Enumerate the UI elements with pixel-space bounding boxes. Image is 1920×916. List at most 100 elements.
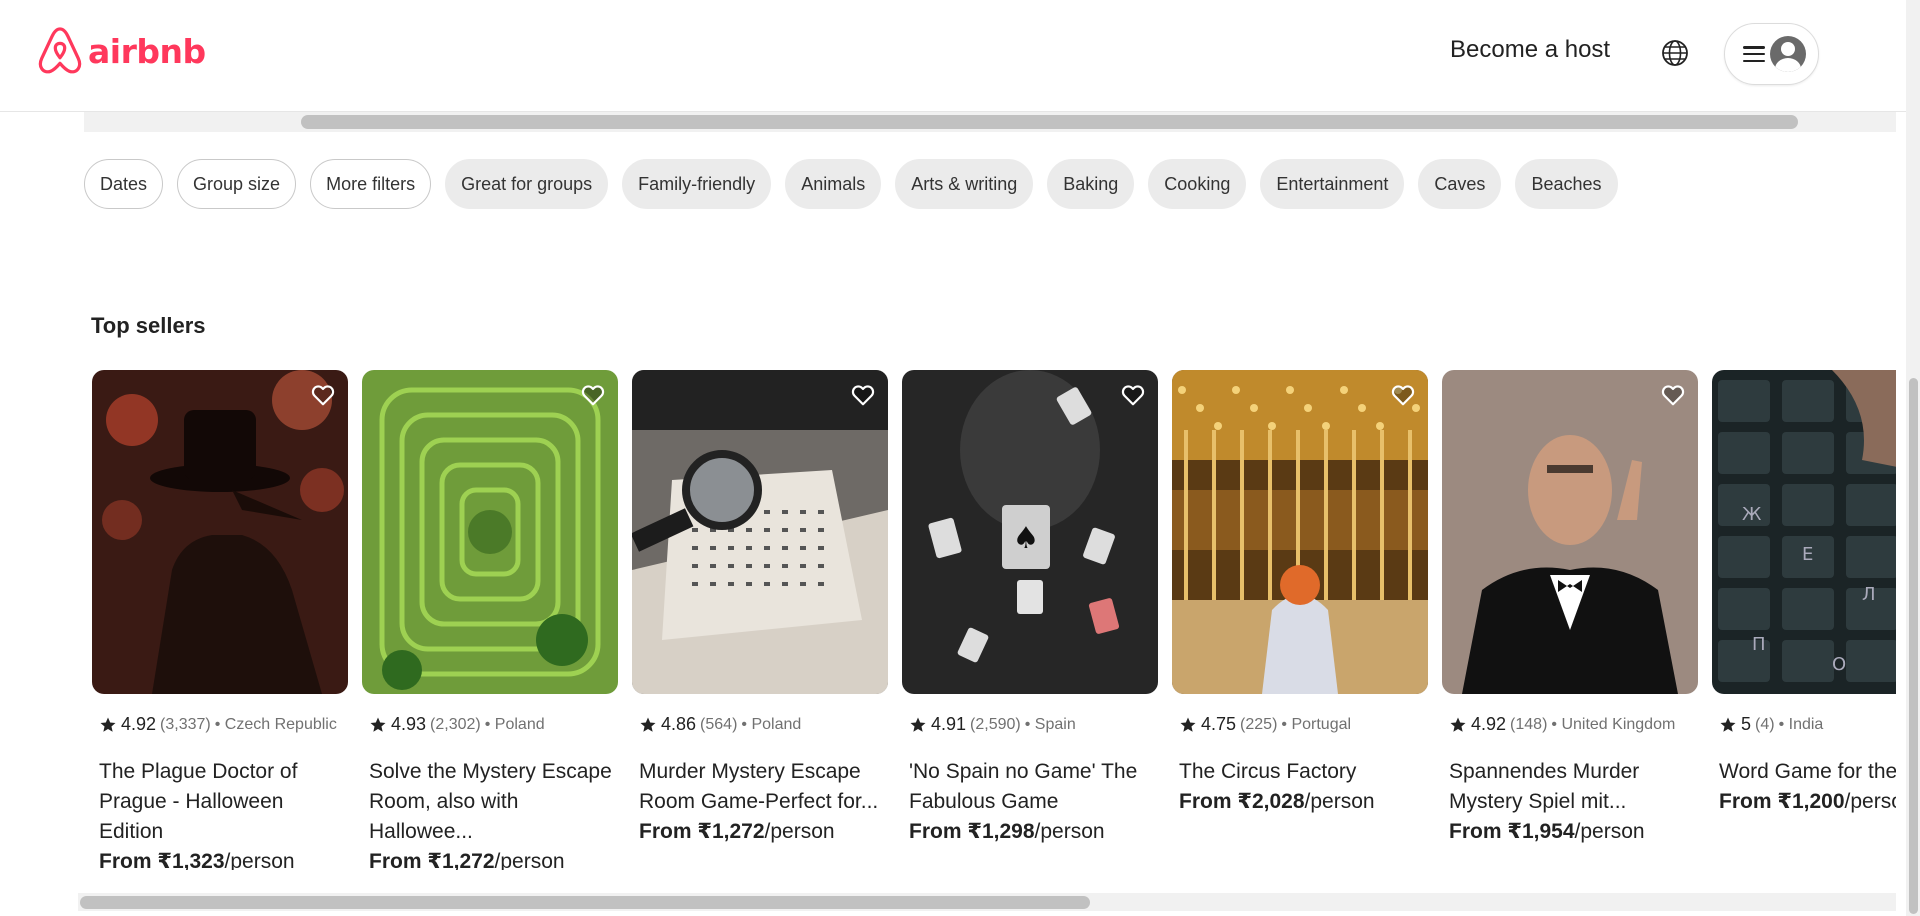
listing-card[interactable]: Ж Е Л П О 5 (4) • India Word Game for the ne… — [1712, 370, 1896, 817]
airbnb-logo-icon — [38, 27, 82, 74]
listing-price-amount: ₹1,200 — [1777, 790, 1845, 813]
listing-card[interactable]: 4.86 (564) • Poland Murder Mystery Escap… — [632, 370, 888, 847]
filter-chip-group-size[interactable]: Group size — [177, 159, 297, 209]
listing-card[interactable]: 4.92 (148) • United Kingdom Spannendes M… — [1442, 370, 1698, 847]
profile-menu-button[interactable] — [1724, 23, 1819, 85]
listing-price-prefix: From — [1179, 790, 1232, 813]
listing-price-suffix: /person — [1304, 790, 1375, 813]
filter-chip-dates[interactable]: Dates — [84, 159, 164, 209]
listing-price: From ₹1,323/person — [92, 847, 348, 870]
heart-icon[interactable] — [1120, 382, 1146, 408]
listing-price-prefix: From — [909, 820, 962, 843]
heart-icon[interactable] — [850, 382, 876, 408]
listing-price-suffix: /person — [224, 850, 295, 870]
filter-chip-family-friendly[interactable]: Family-friendly — [622, 159, 772, 209]
listing-rating-row: 4.92 (3,337) • Czech Republic — [92, 714, 348, 735]
listing-price: From ₹1,272/person — [632, 817, 888, 847]
brand-name: airbnb — [88, 31, 206, 71]
listing-photo-art: Ж Е Л П О — [1712, 370, 1896, 694]
star-icon — [100, 717, 116, 732]
listing-card[interactable]: 4.75 (225) • Portugal The Circus Factory… — [1172, 370, 1428, 817]
listing-title[interactable]: Spannendes Murder Mystery Spiel mit... — [1442, 757, 1698, 817]
listing-photo[interactable] — [1172, 370, 1428, 694]
listing-title[interactable]: Solve the Mystery Escape Room, also with… — [362, 757, 618, 847]
hamburger-icon — [1743, 46, 1765, 62]
listing-card[interactable]: 4.93 (2,302) • Poland Solve the Mystery … — [362, 370, 618, 870]
listing-photo-art — [1442, 370, 1698, 694]
airbnb-logo[interactable]: airbnb — [36, 26, 206, 76]
listing-price: From ₹2,028/person — [1172, 787, 1428, 817]
star-icon — [1720, 717, 1736, 732]
star-icon — [1180, 717, 1196, 732]
filter-chip-arts-writing[interactable]: Arts & writing — [895, 159, 1034, 209]
listing-title[interactable]: Word Game for the nerds — [1712, 757, 1896, 787]
listing-card[interactable]: 4.92 (3,337) • Czech Republic The Plague… — [92, 370, 348, 870]
listing-rating: 4.92 — [1471, 714, 1507, 734]
listing-photo[interactable]: ♠ — [902, 370, 1158, 694]
listing-country: • Portugal — [1281, 715, 1352, 733]
page-scrollbar[interactable] — [1906, 0, 1920, 916]
listing-country: • Czech Republic — [214, 715, 337, 733]
listing-review-count: (148) — [1510, 715, 1548, 733]
listing-carousel: 4.92 (3,337) • Czech Republic The Plague… — [92, 370, 1896, 870]
filter-chip-great-for-groups[interactable]: Great for groups — [445, 159, 609, 209]
listing-title[interactable]: Murder Mystery Escape Room Game-Perfect … — [632, 757, 888, 817]
listing-price-suffix: /person — [1844, 790, 1896, 813]
filter-bar: Dates Group size More filters Great for gro… — [84, 159, 1618, 209]
listing-rating: 4.86 — [661, 714, 697, 734]
listing-price: From ₹1,272/person — [362, 847, 618, 870]
section-title: Top sellers — [91, 313, 206, 338]
listing-title[interactable]: The Circus Factory — [1172, 757, 1428, 787]
page-scrollbar-thumb[interactable] — [1909, 378, 1918, 914]
heart-icon[interactable] — [310, 382, 336, 408]
listing-review-count: (3,337) — [160, 715, 211, 733]
listing-title[interactable]: The Plague Doctor of Prague - Halloween … — [92, 757, 348, 847]
filter-chip-beaches[interactable]: Beaches — [1515, 159, 1618, 209]
listing-rating: 4.92 — [121, 714, 157, 734]
listing-title[interactable]: 'No Spain no Game' The Fabulous Game — [902, 757, 1158, 817]
filter-chip-more-filters[interactable]: More filters — [310, 159, 432, 209]
listing-photo-art — [92, 370, 348, 694]
heart-icon[interactable] — [1660, 382, 1686, 408]
listing-review-count: (225) — [1240, 715, 1278, 733]
svg-text:П: П — [1752, 634, 1766, 655]
listing-photo[interactable] — [362, 370, 618, 694]
carousel-scrollbar-thumb[interactable] — [80, 896, 1090, 909]
listing-price-amount: ₹1,298 — [967, 820, 1035, 843]
filter-chip-caves[interactable]: Caves — [1418, 159, 1502, 209]
listing-price-suffix: /person — [1574, 820, 1645, 843]
categories-scrollbar-thumb[interactable] — [301, 115, 1798, 129]
listing-country: • Spain — [1024, 715, 1076, 733]
filter-chip-cooking[interactable]: Cooking — [1148, 159, 1247, 209]
listing-rating-row: 4.75 (225) • Portugal — [1172, 714, 1428, 735]
listing-rating-row: 4.86 (564) • Poland — [632, 714, 888, 735]
heart-icon[interactable] — [1390, 382, 1416, 408]
filter-chip-entertainment[interactable]: Entertainment — [1260, 159, 1405, 209]
listing-photo[interactable] — [1442, 370, 1698, 694]
categories-scrollbar[interactable] — [84, 112, 1896, 132]
listing-photo-art: ♠ — [902, 370, 1158, 694]
listing-price-suffix: /person — [764, 820, 835, 843]
filter-chip-baking[interactable]: Baking — [1047, 159, 1135, 209]
listing-price-amount: ₹2,028 — [1237, 790, 1305, 813]
star-icon — [910, 717, 926, 732]
listing-photo[interactable] — [632, 370, 888, 694]
listing-price-amount: ₹1,323 — [157, 850, 225, 870]
listing-review-count: (2,590) — [970, 715, 1021, 733]
user-avatar-icon — [1770, 36, 1806, 72]
listing-price-prefix: From — [99, 850, 152, 870]
listing-rating-row: 4.93 (2,302) • Poland — [362, 714, 618, 735]
listing-card[interactable]: ♠ 4.91 (2,590) • Spain 'No Spain no Game… — [902, 370, 1158, 847]
listing-price-amount: ₹1,954 — [1507, 820, 1575, 843]
listing-rating-row: 4.92 (148) • United Kingdom — [1442, 714, 1698, 735]
filter-chip-animals[interactable]: Animals — [785, 159, 882, 209]
carousel-scrollbar[interactable] — [78, 893, 1896, 911]
become-a-host-link[interactable]: Become a host — [1450, 36, 1610, 64]
listing-photo[interactable]: Ж Е Л П О — [1712, 370, 1896, 694]
listing-price-amount: ₹1,272 — [427, 850, 495, 870]
listing-price-prefix: From — [1449, 820, 1502, 843]
listing-rating-row: 5 (4) • India — [1712, 714, 1896, 735]
heart-icon[interactable] — [580, 382, 606, 408]
globe-icon[interactable] — [1660, 38, 1690, 68]
listing-photo[interactable] — [92, 370, 348, 694]
